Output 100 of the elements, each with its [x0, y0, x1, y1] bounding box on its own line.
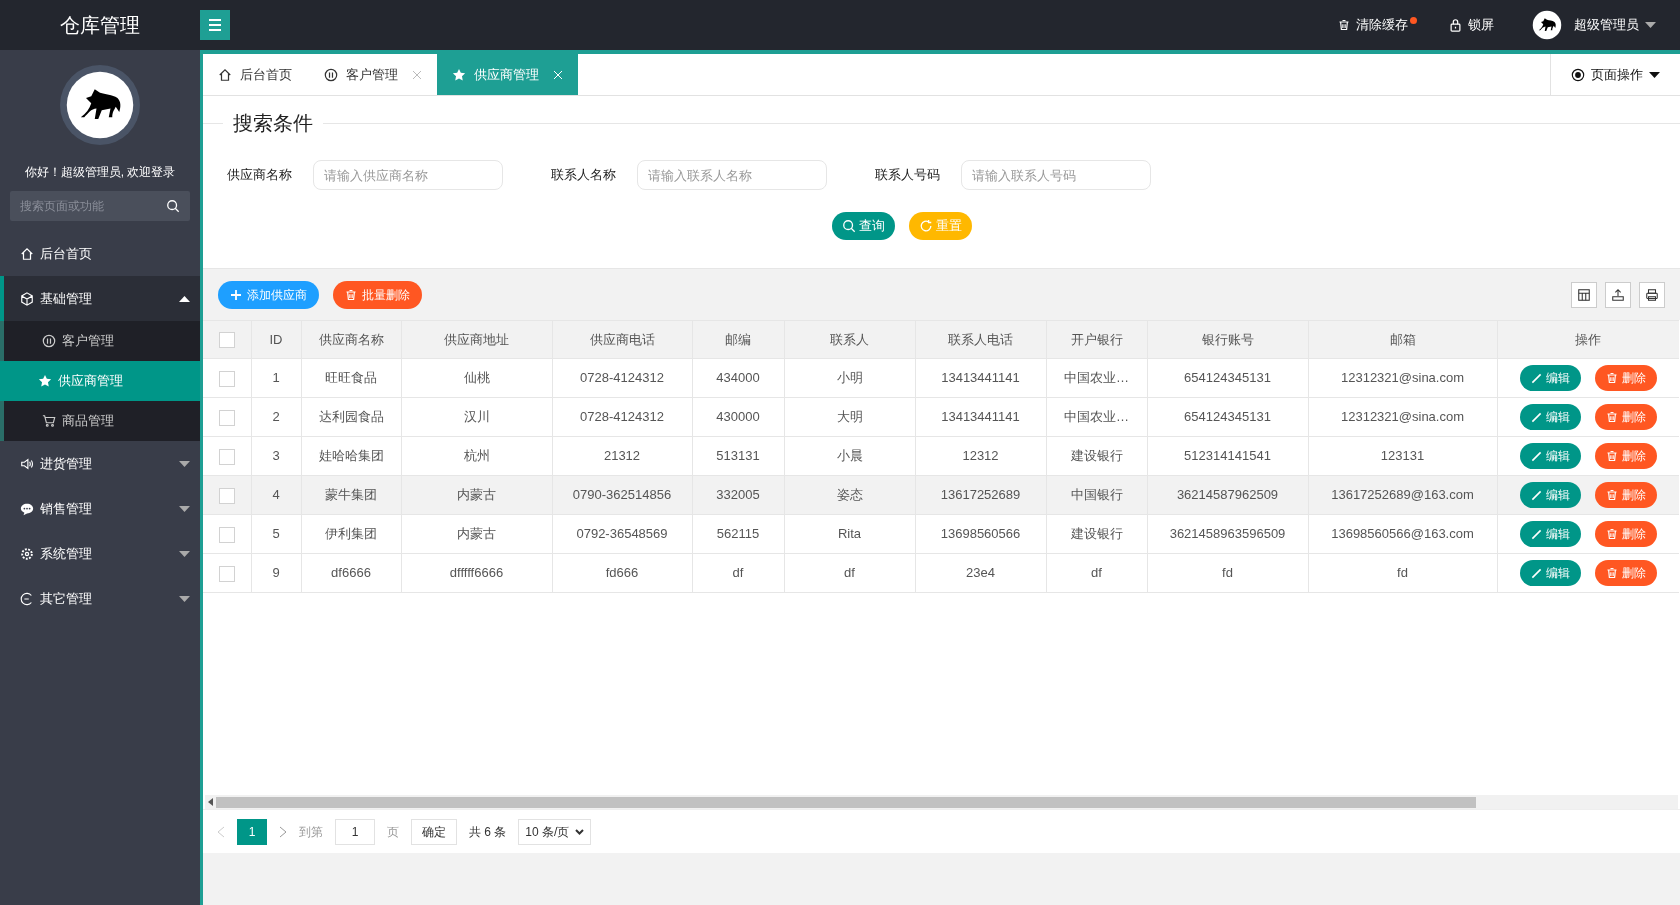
table-cell: 姿态 — [784, 475, 915, 515]
table-cell: 21312 — [552, 436, 692, 476]
table-cell: 3 — [251, 436, 301, 476]
table-cell: dfffff6666 — [401, 553, 552, 593]
edit-button[interactable]: 编辑 — [1519, 443, 1581, 469]
edit-button[interactable]: 编辑 — [1519, 482, 1581, 508]
close-icon[interactable] — [412, 69, 422, 80]
print-icon — [1645, 287, 1659, 302]
lock-screen-button[interactable]: 锁屏 — [1449, 15, 1494, 35]
confirm-button[interactable]: 确定 — [411, 818, 457, 845]
delete-button[interactable]: 删除 — [1594, 443, 1657, 469]
sidebar-item[interactable]: 其它管理 — [0, 576, 200, 621]
export-button[interactable] — [1605, 281, 1631, 308]
print-button[interactable] — [1639, 281, 1665, 308]
sidebar-subitem[interactable]: 客户管理 — [0, 321, 200, 361]
batch-delete-button[interactable]: 批量删除 — [333, 280, 422, 309]
column-header: 开户银行 — [1046, 320, 1147, 359]
sidebar-subitem[interactable]: 商品管理 — [0, 401, 200, 441]
menu-icon — [208, 19, 222, 31]
horizontal-scrollbar[interactable] — [205, 795, 1678, 809]
column-header: 联系人 — [784, 320, 915, 359]
column-header: 供应商电话 — [552, 320, 692, 359]
table-cell: 内蒙古 — [401, 514, 552, 554]
caret-icon — [1645, 22, 1656, 28]
pencil-icon — [1530, 567, 1542, 579]
next-page-icon[interactable] — [279, 825, 287, 838]
delete-button[interactable]: 删除 — [1594, 521, 1657, 547]
text-input[interactable]: 请输入联系人号码 — [961, 160, 1151, 190]
table-cell: 13413441141 — [915, 397, 1046, 437]
caret-icon — [179, 295, 190, 302]
search-button[interactable]: 查询 — [831, 212, 895, 240]
sidebar-search-field[interactable]: 搜索页面或功能 — [10, 191, 190, 221]
text-input[interactable]: 请输入供应商名称 — [313, 160, 503, 190]
page-tab[interactable]: 后台首页 — [203, 54, 309, 95]
edit-button[interactable]: 编辑 — [1519, 404, 1581, 430]
cube-icon — [20, 291, 34, 306]
row-checkbox[interactable] — [218, 526, 235, 543]
table-cell: fd — [1147, 553, 1308, 593]
text-input[interactable]: 请输入联系人名称 — [637, 160, 827, 190]
row-checkbox[interactable] — [218, 409, 235, 426]
greeting-text: 你好！超级管理员, 欢迎登录 — [23, 164, 177, 181]
table-cell: 36214587962509 — [1147, 475, 1308, 515]
column-header: ID — [251, 320, 301, 359]
add-button[interactable]: 添加供应商 — [218, 280, 319, 309]
columns-button[interactable] — [1571, 281, 1597, 308]
export-icon — [1611, 287, 1625, 302]
home-icon — [218, 67, 232, 82]
caret-icon — [179, 460, 190, 467]
delete-button[interactable]: 删除 — [1594, 365, 1657, 391]
current-page[interactable]: 1 — [237, 818, 267, 845]
page-tab[interactable]: 供应商管理 — [437, 54, 578, 95]
table-cell: 513131 — [692, 436, 784, 476]
home-icon — [20, 246, 34, 261]
menu-toggle-button[interactable] — [200, 10, 230, 40]
sidebar-item[interactable]: 系统管理 — [0, 531, 200, 576]
edit-button[interactable]: 编辑 — [1519, 521, 1581, 547]
field-label: 联系人号码 — [875, 166, 941, 185]
table-cell: 12312321@sina.com — [1308, 358, 1497, 398]
sidebar-item[interactable]: 后台首页 — [0, 231, 200, 276]
row-checkbox[interactable] — [218, 487, 235, 504]
sidebar-item[interactable]: 基础管理 — [0, 276, 200, 321]
field-label: 供应商名称 — [227, 166, 293, 185]
sidebar-item[interactable]: 进货管理 — [0, 441, 200, 486]
table-cell: 4 — [251, 475, 301, 515]
trash-icon — [1605, 567, 1618, 579]
table-cell: 0728-4124312 — [552, 358, 692, 398]
row-checkbox[interactable] — [218, 565, 235, 582]
table-cell: 大明 — [784, 397, 915, 437]
row-checkbox[interactable] — [218, 370, 235, 387]
table-cell: 娃哈哈集团 — [301, 436, 401, 476]
table-cell: 12312321@sina.com — [1308, 397, 1497, 437]
trash-icon — [1605, 372, 1618, 384]
previous-page-icon[interactable] — [217, 825, 225, 838]
delete-button[interactable]: 删除 — [1594, 404, 1657, 430]
table-cell: 13617252689@163.com — [1308, 475, 1497, 515]
table-cell: 13698560566 — [915, 514, 1046, 554]
page-size-select[interactable]: 10 条/页 — [518, 818, 592, 845]
page-tab[interactable]: 客户管理 — [309, 54, 437, 95]
table-cell: 蒙牛集团 — [301, 475, 401, 515]
user-menu-button[interactable]: 超级管理员 — [1574, 15, 1656, 35]
delete-button[interactable]: 删除 — [1594, 482, 1657, 508]
page-number-input[interactable]: 1 — [335, 818, 375, 845]
sidebar-subitem[interactable]: 供应商管理 — [0, 361, 200, 401]
speaker-icon — [20, 456, 34, 471]
column-header: 邮箱 — [1308, 320, 1497, 359]
target-icon — [1571, 67, 1585, 82]
select-all-checkbox[interactable] — [218, 332, 235, 349]
scroll-left-icon[interactable] — [208, 798, 213, 806]
sidebar-item[interactable]: 销售管理 — [0, 486, 200, 531]
row-checkbox[interactable] — [218, 448, 235, 465]
profile-avatar — [65, 70, 135, 140]
edit-button[interactable]: 编辑 — [1519, 365, 1581, 391]
pencil-icon — [1530, 450, 1542, 462]
clear-cache-button[interactable]: 清除缓存 — [1338, 15, 1408, 35]
table-cell: 杭州 — [401, 436, 552, 476]
table-cell: 3621458963596509 — [1147, 514, 1308, 554]
table-cell: 中国农业… — [1046, 358, 1147, 398]
delete-button[interactable]: 删除 — [1594, 560, 1657, 586]
edit-button[interactable]: 编辑 — [1519, 560, 1581, 586]
page-actions-button[interactable]: 页面操作 — [1550, 54, 1680, 95]
